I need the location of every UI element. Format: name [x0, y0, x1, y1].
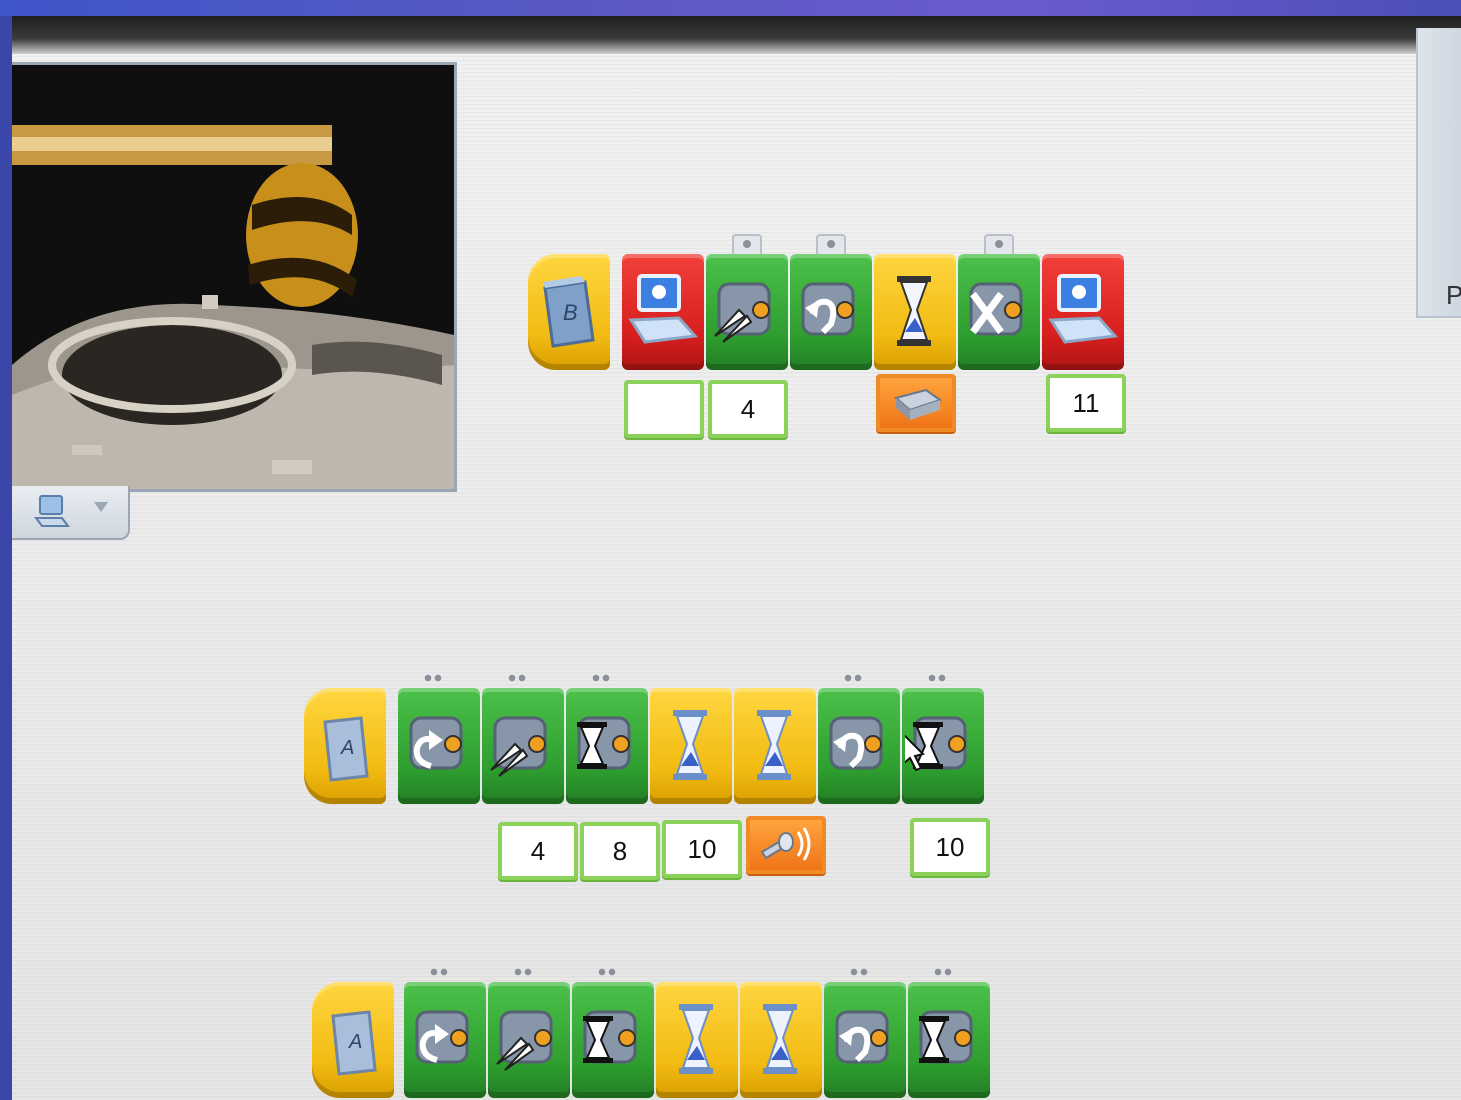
key-icon: B: [543, 276, 595, 348]
motor-off-block[interactable]: [958, 234, 1040, 370]
rotate-right-icon: [409, 716, 463, 770]
wait-block[interactable]: [734, 688, 816, 804]
wait-block[interactable]: [650, 688, 732, 804]
motor-on-for-block[interactable]: [572, 968, 654, 1098]
computer-display-icon: [1048, 274, 1119, 344]
motor-direction-right-block[interactable]: [398, 674, 480, 804]
right-panel-label: P: [1446, 280, 1461, 310]
motor-on-for-input[interactable]: 8: [580, 822, 660, 880]
hourglass-icon: [897, 276, 931, 346]
motor-power-block[interactable]: [706, 234, 788, 370]
hourglass-icon: [679, 1004, 713, 1074]
block-tab: [732, 234, 762, 254]
wait-block[interactable]: [874, 254, 956, 370]
block-tab: [510, 962, 546, 982]
motor-on-for-block[interactable]: [908, 968, 990, 1098]
block-tab: [594, 962, 630, 982]
rotate-left-icon: [835, 1010, 889, 1064]
right-side-panel[interactable]: P: [1416, 28, 1461, 318]
svg-text:B: B: [563, 300, 578, 325]
motor-off-icon: [969, 282, 1023, 336]
key-icon: A: [323, 716, 369, 782]
block-tab: [924, 668, 960, 688]
wait-block[interactable]: [656, 982, 738, 1098]
motor-timer-icon: [919, 1010, 973, 1064]
hourglass-icon: [757, 710, 791, 780]
motor-power-icon: [496, 1010, 553, 1071]
computer-icon[interactable]: [32, 492, 72, 535]
motor-direction-left-block[interactable]: [790, 234, 872, 370]
motor-direction-left-block[interactable]: [824, 968, 906, 1098]
motor-power-icon: [490, 716, 547, 777]
start-key-block[interactable]: A: [304, 688, 386, 804]
hourglass-icon: [763, 1004, 797, 1074]
block-tab: [816, 234, 846, 254]
rotate-left-icon: [829, 716, 883, 770]
motor-power-block[interactable]: [488, 968, 570, 1098]
svg-text:A: A: [348, 1031, 362, 1053]
motor-direction-left-block[interactable]: [818, 674, 900, 804]
display-input[interactable]: 11: [1046, 374, 1126, 432]
block-tab: [420, 668, 456, 688]
motor-timer-icon: [905, 716, 967, 772]
hourglass-icon: [673, 710, 707, 780]
block-tab: [846, 962, 882, 982]
motor-power-icon: [714, 282, 771, 343]
display-input[interactable]: [624, 380, 704, 438]
block-tab: [984, 234, 1014, 254]
monitor-bezel-top: [0, 0, 1461, 16]
block-tab: [588, 668, 624, 688]
sound-sensor-icon: [760, 827, 811, 861]
block-tab: [840, 668, 876, 688]
motor-power-input[interactable]: 4: [498, 822, 578, 880]
motor-power-block[interactable]: [482, 674, 564, 804]
display-block[interactable]: [1042, 254, 1124, 370]
block-tab: [930, 962, 966, 982]
motor-power-input[interactable]: 4: [708, 380, 788, 438]
motor-on-for-block[interactable]: [566, 674, 648, 804]
block-tab: [426, 962, 462, 982]
motor-direction-right-block[interactable]: [404, 968, 486, 1098]
scene-toolbar[interactable]: [12, 486, 130, 540]
start-key-block[interactable]: B: [528, 254, 610, 370]
wedo-workspace[interactable]: P B 4 11 A 4 8 10 10 A: [12, 16, 1461, 1100]
start-key-block[interactable]: A: [312, 982, 394, 1098]
rotate-left-icon: [801, 282, 855, 336]
computer-display-icon: [628, 274, 699, 344]
wait-block[interactable]: [740, 982, 822, 1098]
svg-text:A: A: [340, 737, 354, 759]
rotate-right-icon: [415, 1010, 469, 1064]
brick-sensor-icon: [893, 388, 943, 420]
top-bar: [12, 16, 1461, 54]
motor-timer-icon: [583, 1010, 637, 1064]
scene-preview-window: [12, 62, 457, 492]
dropdown-arrow-icon[interactable]: [94, 502, 108, 512]
block-tab: [504, 668, 540, 688]
tilt-sensor-input[interactable]: [876, 374, 956, 432]
moon-crater-scene: [12, 65, 454, 489]
key-icon: A: [331, 1010, 377, 1076]
motor-timer-icon: [577, 716, 631, 770]
display-block[interactable]: [622, 254, 704, 370]
motor-on-for-block[interactable]: [902, 674, 984, 804]
wait-input[interactable]: 10: [662, 820, 742, 878]
motor-on-for-input[interactable]: 10: [910, 818, 990, 876]
sound-sensor-input[interactable]: [746, 816, 826, 874]
